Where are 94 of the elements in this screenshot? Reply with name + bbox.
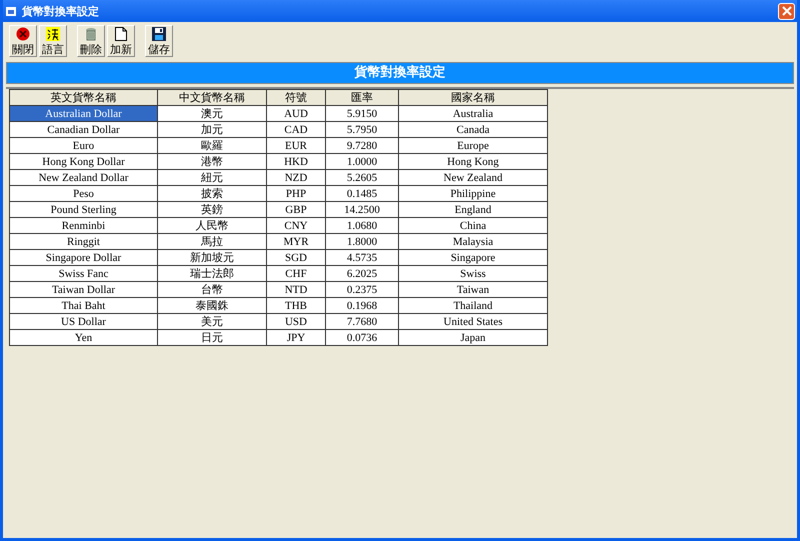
table-cell: 0.1485 xyxy=(326,186,398,202)
document-icon xyxy=(115,27,127,41)
table-cell: US Dollar xyxy=(10,314,158,330)
column-header[interactable]: 國家名稱 xyxy=(398,90,548,106)
table-cell: Euro xyxy=(10,138,158,154)
table-cell: Thailand xyxy=(398,298,548,314)
close-icon xyxy=(782,6,792,16)
table-cell: 7.7680 xyxy=(326,314,398,330)
table-cell: CAD xyxy=(266,122,326,138)
table-cell: 澳元 xyxy=(158,106,266,122)
table-cell: England xyxy=(398,202,548,218)
table-cell: 5.2605 xyxy=(326,170,398,186)
table-cell: 歐羅 xyxy=(158,138,266,154)
toolbar-button[interactable]: 加新 xyxy=(107,25,135,57)
toolbar-button[interactable]: 關閉 xyxy=(9,25,37,57)
table-cell: 5.7950 xyxy=(326,122,398,138)
table-cell: AUD xyxy=(266,106,326,122)
table-cell: New Zealand xyxy=(398,170,548,186)
table-cell: China xyxy=(398,218,548,234)
table-cell: Canadian Dollar xyxy=(10,122,158,138)
table-cell: Malaysia xyxy=(398,234,548,250)
table-cell: SGD xyxy=(266,250,326,266)
window-title: 貨幣對換率設定 xyxy=(22,4,100,18)
table-cell: Ringgit xyxy=(10,234,158,250)
trash-can-icon xyxy=(84,27,98,41)
table-cell: CHF xyxy=(266,266,326,282)
table-cell: 加元 xyxy=(158,122,266,138)
table-cell: Australian Dollar xyxy=(10,106,158,122)
table-cell: 英鎊 xyxy=(158,202,266,218)
table-cell: 1.8000 xyxy=(326,234,398,250)
table-cell: Taiwan xyxy=(398,282,548,298)
table-cell: 紐元 xyxy=(158,170,266,186)
table-cell: 5.9150 xyxy=(326,106,398,122)
table-cell: 4.5735 xyxy=(326,250,398,266)
table-cell: Yen xyxy=(10,330,158,346)
table-cell: 日元 xyxy=(158,330,266,346)
table-cell: 瑞士法郎 xyxy=(158,266,266,282)
table-cell: 9.7280 xyxy=(326,138,398,154)
language-icon xyxy=(46,27,60,41)
table-cell: HKD xyxy=(266,154,326,170)
table-cell: 1.0680 xyxy=(326,218,398,234)
table-cell: Philippine xyxy=(398,186,548,202)
table-cell: New Zealand Dollar xyxy=(10,170,158,186)
column-header[interactable]: 英文貨幣名稱 xyxy=(10,90,158,106)
table-cell: 0.0736 xyxy=(326,330,398,346)
table-cell: Canada xyxy=(398,122,548,138)
table-cell: Pound Sterling xyxy=(10,202,158,218)
table-cell: GBP xyxy=(266,202,326,218)
table-cell: Peso xyxy=(10,186,158,202)
table-cell: 美元 xyxy=(158,314,266,330)
table-cell: Thai Baht xyxy=(10,298,158,314)
table-cell: PHP xyxy=(266,186,326,202)
table-cell: Swiss Fanc xyxy=(10,266,158,282)
table-cell: 1.0000 xyxy=(326,154,398,170)
column-header[interactable]: 匯率 xyxy=(326,90,398,106)
table-cell: 新加坡元 xyxy=(158,250,266,266)
table-cell: NZD xyxy=(266,170,326,186)
table-cell: CNY xyxy=(266,218,326,234)
table-cell: JPY xyxy=(266,330,326,346)
table-cell: 0.2375 xyxy=(326,282,398,298)
column-header[interactable]: 符號 xyxy=(266,90,326,106)
table-cell: 0.1968 xyxy=(326,298,398,314)
toolbar-button[interactable]: 語言 xyxy=(39,25,67,57)
table-cell: United States xyxy=(398,314,548,330)
close-button[interactable] xyxy=(778,2,795,20)
toolbar-button[interactable]: 儲存 xyxy=(145,25,173,57)
table-cell: Australia xyxy=(398,106,548,122)
table-cell: THB xyxy=(266,298,326,314)
toolbar-button[interactable]: 刪除 xyxy=(77,25,105,57)
table-cell: MYR xyxy=(266,234,326,250)
table-cell: 6.2025 xyxy=(326,266,398,282)
table-cell: 台幣 xyxy=(158,282,266,298)
table-cell: Singapore Dollar xyxy=(10,250,158,266)
table-cell: Hong Kong Dollar xyxy=(10,154,158,170)
table-cell: 馬拉 xyxy=(158,234,266,250)
table-cell: Europe xyxy=(398,138,548,154)
banner-title: 貨幣對換率設定 xyxy=(6,62,794,84)
table-cell: 人民幣 xyxy=(158,218,266,234)
table-cell: Taiwan Dollar xyxy=(10,282,158,298)
table-cell: 泰國銖 xyxy=(158,298,266,314)
table-cell: Singapore xyxy=(398,250,548,266)
table-cell: USD xyxy=(266,314,326,330)
table-cell: Swiss xyxy=(398,266,548,282)
table-cell: Renminbi xyxy=(10,218,158,234)
table-cell: EUR xyxy=(266,138,326,154)
table-cell: Hong Kong xyxy=(398,154,548,170)
column-header[interactable]: 中文貨幣名稱 xyxy=(158,90,266,106)
table-cell: 港幣 xyxy=(158,154,266,170)
table-cell: 披索 xyxy=(158,186,266,202)
table-cell: Japan xyxy=(398,330,548,346)
stop-icon xyxy=(16,27,30,41)
table-cell: 14.2500 xyxy=(326,202,398,218)
table-cell: NTD xyxy=(266,282,326,298)
window-icon xyxy=(6,6,16,16)
